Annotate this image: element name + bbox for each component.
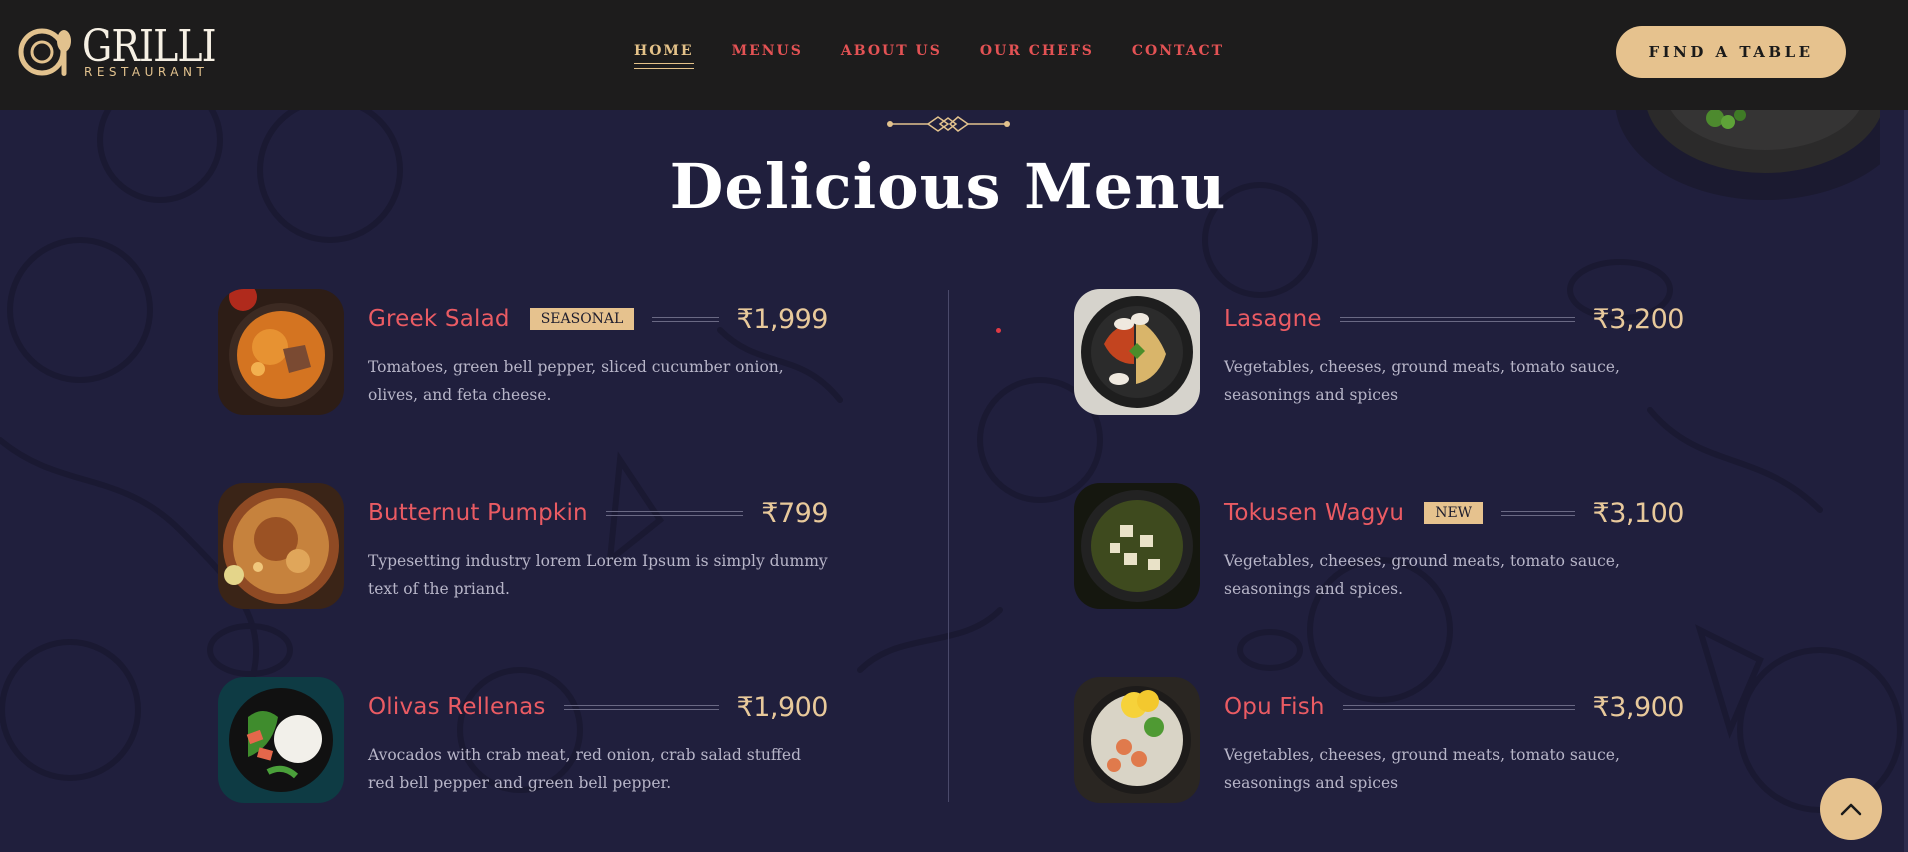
menu-item-greek-salad[interactable]: Greek Salad SEASONAL ₹1,999 Tomatoes, gr…	[218, 289, 829, 415]
menu-item-description: Vegetables, cheeses, ground meats, tomat…	[1224, 552, 1620, 598]
restaurant-logo[interactable]: GRILLI RESTAURANT	[18, 22, 218, 80]
new-badge: NEW	[1424, 502, 1484, 524]
menu-item-description: Vegetables, cheeses, ground meats, tomat…	[1224, 746, 1620, 792]
nav-contact[interactable]: CONTACT	[1132, 43, 1224, 69]
page-scrollbar[interactable]	[1904, 110, 1908, 852]
site-header: GRILLI RESTAURANT HOME MENUS ABOUT US OU…	[0, 0, 1908, 110]
menu-item-name: Olivas Rellenas	[368, 694, 546, 720]
menu-item-butternut-pumpkin[interactable]: Butternut Pumpkin ₹799 Typesetting indus…	[218, 483, 828, 609]
menu-item-price: ₹3,200	[1592, 303, 1685, 335]
menu-item-name: Lasagne	[1224, 306, 1322, 332]
menu-item-olivas-rellenas[interactable]: Olivas Rellenas ₹1,900 Avocados with cra…	[218, 677, 829, 803]
menu-item-name: Tokusen Wagyu	[1224, 500, 1405, 526]
nav-about-us[interactable]: ABOUT US	[841, 43, 942, 69]
chevron-up-icon	[1840, 803, 1862, 816]
nav-our-chefs[interactable]: OUR CHEFS	[980, 43, 1094, 69]
column-divider	[948, 290, 949, 802]
menu-item-price: ₹3,100	[1592, 497, 1685, 529]
menu-item-price: ₹799	[761, 497, 828, 529]
menu-item-description: Vegetables, cheeses, ground meats, tomat…	[1224, 358, 1620, 404]
price-leader-line	[1501, 510, 1575, 516]
price-leader-line	[652, 316, 719, 322]
menu-item-description: Avocados with crab meat, red onion, crab…	[368, 746, 802, 792]
nav-menus[interactable]: MENUS	[732, 43, 803, 69]
menu-item-name: Butternut Pumpkin	[368, 500, 588, 526]
menu-item-description: Typesetting industry lorem Lorem Ipsum i…	[368, 552, 828, 598]
menu-item-price: ₹3,900	[1592, 691, 1685, 723]
menu-item-opu-fish[interactable]: Opu Fish ₹3,900 Vegetables, cheeses, gro…	[1074, 677, 1685, 803]
find-a-table-button[interactable]: FIND A TABLE	[1616, 26, 1846, 78]
shrimp-rice-photo-icon	[1074, 677, 1200, 803]
menu-item-lasagne[interactable]: Lasagne ₹3,200 Vegetables, cheeses, grou…	[1074, 289, 1685, 415]
menu-item-price: ₹1,900	[736, 691, 829, 723]
logo-subtitle: RESTAURANT	[84, 65, 209, 79]
price-leader-line	[1339, 316, 1575, 322]
section-title: Delicious Menu	[669, 150, 1227, 223]
biryani-bowl-photo-icon	[218, 483, 344, 609]
section-ornament-icon	[887, 116, 1010, 132]
menu-item-name: Greek Salad	[368, 306, 510, 332]
menu-item-price: ₹1,999	[736, 303, 829, 335]
plate-spoon-logo-icon	[18, 28, 71, 76]
palak-paneer-photo-icon	[1074, 483, 1200, 609]
menu-item-name: Opu Fish	[1224, 694, 1325, 720]
noodle-platter-photo-icon	[1074, 289, 1200, 415]
nav-home[interactable]: HOME	[634, 43, 694, 69]
price-leader-line	[1342, 704, 1575, 710]
decorative-dot	[996, 328, 1001, 333]
main-nav: HOME MENUS ABOUT US OUR CHEFS CONTACT	[634, 43, 1224, 69]
back-to-top-button[interactable]	[1820, 778, 1882, 840]
rice-plate-photo-icon	[218, 677, 344, 803]
menu-item-description: Tomatoes, green bell pepper, sliced cucu…	[368, 358, 784, 404]
menu-item-tokusen-wagyu[interactable]: Tokusen Wagyu NEW ₹3,100 Vegetables, che…	[1074, 483, 1685, 609]
price-leader-line	[605, 510, 744, 516]
seasonal-badge: SEASONAL	[529, 308, 635, 330]
price-leader-line	[563, 704, 719, 710]
curry-bowl-photo-icon	[218, 289, 344, 415]
